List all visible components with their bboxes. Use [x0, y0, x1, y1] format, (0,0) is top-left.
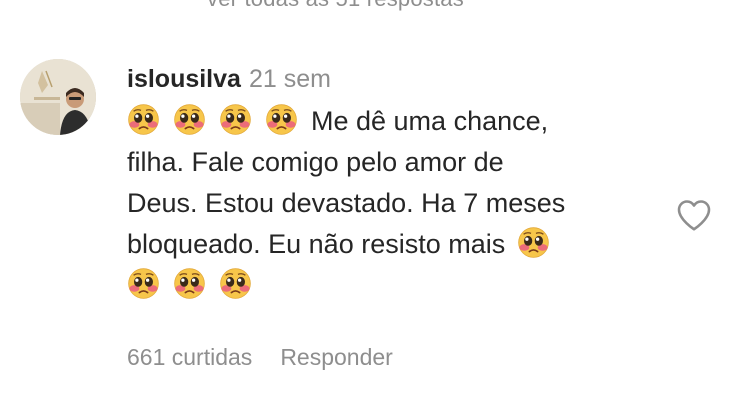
comment-line-3: Deus. Estou devastado. Ha 7 meses — [127, 188, 566, 218]
pleading-face-icon — [265, 103, 298, 136]
comment-line-4: bloqueado. Eu não resisto mais — [127, 224, 657, 265]
profile-photo — [20, 59, 96, 135]
timestamp[interactable]: 21 sem — [249, 65, 331, 93]
comment-line-1: Me dê uma chance, — [127, 101, 657, 142]
heart-icon[interactable] — [676, 198, 712, 232]
pleading-face-icon — [127, 103, 160, 136]
comment-actions: 661 curtidas Responder — [127, 344, 393, 371]
comment-line-1-text: Me dê uma chance, — [311, 106, 549, 136]
comment-line-5 — [127, 265, 657, 306]
comment: islousilva 21 sem Me dê uma chance, filha… — [127, 62, 657, 306]
likes-count[interactable]: 661 curtidas — [127, 344, 252, 370]
comment-header: islousilva 21 sem — [127, 62, 657, 96]
pleading-face-icon — [127, 267, 160, 300]
pleading-face-icon — [219, 103, 252, 136]
avatar[interactable] — [20, 59, 96, 135]
comment-line-2: filha. Fale comigo pelo amor de — [127, 147, 504, 177]
comment-line-4-text: bloqueado. Eu não resisto mais — [127, 229, 506, 259]
username[interactable]: islousilva — [127, 65, 241, 93]
pleading-face-icon — [517, 226, 550, 259]
pleading-face-icon — [173, 103, 206, 136]
reply-button[interactable]: Responder — [280, 344, 393, 370]
comment-text: Me dê uma chance, filha. Fale comigo pel… — [127, 101, 657, 306]
view-all-replies-link[interactable]: ver todas as 51 respostas — [207, 0, 464, 12]
pleading-face-icon — [173, 267, 206, 300]
pleading-face-icon — [219, 267, 252, 300]
